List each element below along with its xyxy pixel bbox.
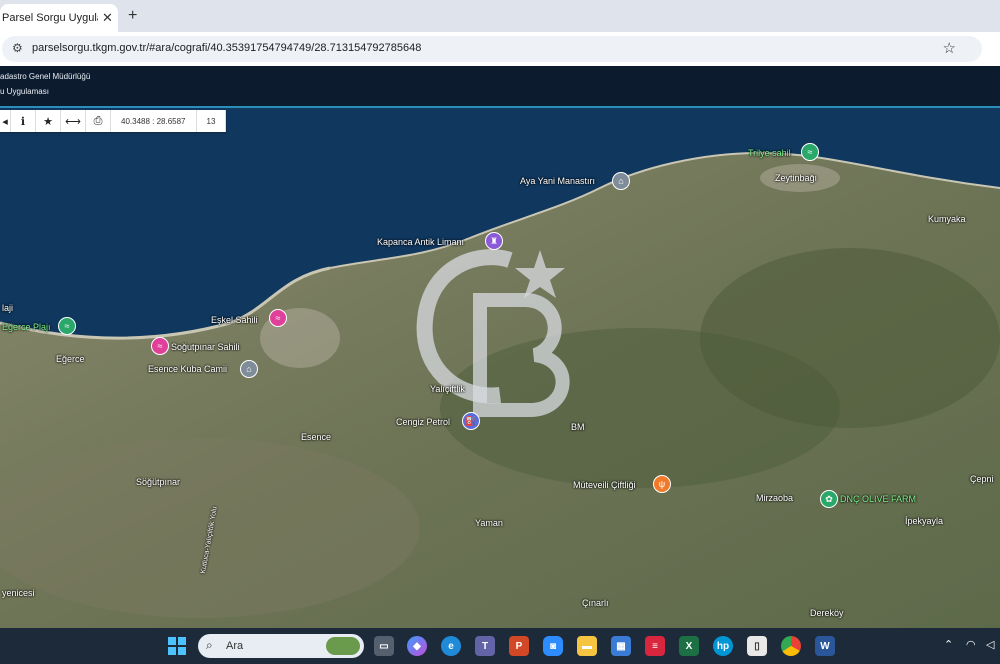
search-placeholder: Ara <box>226 640 244 652</box>
copilot-icon[interactable]: ◆ <box>407 636 427 656</box>
map-label[interactable]: Eğerce Plajı <box>2 322 51 332</box>
arrow-icon[interactable]: ◂ <box>0 110 11 132</box>
beach-icon[interactable]: ≈ <box>269 309 287 327</box>
beach-icon[interactable]: ≈ <box>151 337 169 355</box>
restaurant-icon[interactable]: ψ <box>653 475 671 493</box>
url-text[interactable]: parselsorgu.tkgm.gov.tr/#ara/cografi/40.… <box>32 42 421 54</box>
zoom-level: 13 <box>197 110 227 132</box>
address-bar: ⚙ parselsorgu.tkgm.gov.tr/#ara/cografi/4… <box>0 32 1000 66</box>
beach-icon[interactable]: ≈ <box>801 143 819 161</box>
map-label[interactable]: Trilye sahil <box>748 148 791 158</box>
farm-icon[interactable]: ✿ <box>820 490 838 508</box>
teams-icon[interactable]: T <box>475 636 495 656</box>
map-label[interactable]: Soğutpınar Sahili <box>171 342 240 352</box>
edge-icon[interactable]: e <box>441 636 461 656</box>
app-name: u Uygulaması <box>0 87 49 96</box>
org-name: adastro Genel Müdürlüğü <box>0 72 91 81</box>
file-explorer-icon[interactable]: ▬ <box>577 636 597 656</box>
search-highlight-image <box>326 637 360 655</box>
map-label[interactable]: İpekyayla <box>905 516 943 526</box>
map-label[interactable]: Zeytinbağı <box>775 173 817 183</box>
url-box[interactable]: ⚙ parselsorgu.tkgm.gov.tr/#ara/cografi/4… <box>2 36 982 62</box>
mosque-icon[interactable]: ⌂ <box>240 360 258 378</box>
hp-icon[interactable]: hp <box>713 636 733 656</box>
landmark-icon[interactable]: ♜ <box>485 232 503 250</box>
windows-start-icon[interactable] <box>168 637 186 655</box>
chrome-icon[interactable] <box>781 636 801 656</box>
map-label[interactable]: Çepni <box>970 474 994 484</box>
map-label[interactable]: Esence Kuba Camii <box>148 364 227 374</box>
map-label[interactable]: yenicesi <box>2 588 35 598</box>
map-label[interactable]: Kumyaka <box>928 214 966 224</box>
word-icon[interactable]: W <box>815 636 835 656</box>
powerpoint-icon[interactable]: P <box>509 636 529 656</box>
monastery-icon[interactable]: ⌂ <box>612 172 630 190</box>
map-label[interactable]: Yalıçiftlik <box>430 384 465 394</box>
map-label[interactable]: Eşkel Sahili <box>211 315 258 325</box>
map-label[interactable]: Çınarlı <box>582 598 609 608</box>
browser-tab[interactable]: Parsel Sorgu Uygulamas ✕ <box>0 4 118 32</box>
map-label[interactable]: Cengiz Petrol <box>396 417 450 427</box>
map-label[interactable]: Müteveili Çiftliği <box>573 480 636 490</box>
favorite-star-icon[interactable]: ★ <box>36 110 61 132</box>
browser-tabstrip: Parsel Sorgu Uygulamas ✕ + <box>0 0 1000 32</box>
map-label[interactable]: laji <box>2 303 13 313</box>
map-label[interactable]: Kapanca Antik Limanı <box>377 237 464 247</box>
chevron-up-icon[interactable]: ⌃ <box>944 638 953 651</box>
excel-icon[interactable]: X <box>679 636 699 656</box>
beach-icon[interactable]: ≈ <box>58 317 76 335</box>
map-label: BM <box>571 422 585 432</box>
info-icon[interactable]: ℹ <box>11 110 36 132</box>
taskbar: ⌕ Ara ▭ ◆ e T P ◙ ▬ ▦ ≡ X hp ▯ W ⌃ ◠ ◁ <box>0 628 1000 664</box>
task-view-icon[interactable]: ▭ <box>374 636 394 656</box>
map-label[interactable]: Esence <box>301 432 331 442</box>
coordinate-readout: 40.3488 : 28.6587 <box>111 110 197 132</box>
notepad-icon[interactable]: ▯ <box>747 636 767 656</box>
close-icon[interactable]: ✕ <box>102 10 113 26</box>
map-toolbar: ◂ ℹ ★ ⟷ ⎙ 40.3488 : 28.6587 13 <box>0 110 227 132</box>
taskbar-search[interactable]: ⌕ Ara <box>198 634 364 658</box>
map-label[interactable]: Aya Yani Manastırı <box>520 176 595 186</box>
map-label[interactable]: Eğerce <box>56 354 85 364</box>
zoom-icon[interactable]: ◙ <box>543 636 563 656</box>
site-info-icon[interactable]: ⚙ <box>12 41 23 55</box>
volume-icon[interactable]: ◁ <box>986 638 994 651</box>
map-label[interactable]: Söğütpınar <box>136 477 180 487</box>
store-icon[interactable]: ▦ <box>611 636 631 656</box>
tab-title: Parsel Sorgu Uygulamas <box>2 12 98 24</box>
print-icon[interactable]: ⎙ <box>86 110 111 132</box>
search-icon: ⌕ <box>206 638 213 652</box>
map-label[interactable]: Yaman <box>475 518 503 528</box>
measure-icon[interactable]: ⟷ <box>61 110 86 132</box>
satellite-map[interactable]: ◂ ℹ ★ ⟷ ⎙ 40.3488 : 28.6587 13 ≈ Trilye … <box>0 108 1000 628</box>
map-label[interactable]: Mirzaoba <box>756 493 793 503</box>
map-label[interactable]: Dereköy <box>810 608 844 618</box>
bookmark-star-icon[interactable]: ☆ <box>943 39 956 57</box>
app-red-icon[interactable]: ≡ <box>645 636 665 656</box>
map-label[interactable]: DNÇ OLIVE FARM <box>840 494 916 504</box>
app-header: adastro Genel Müdürlüğü u Uygulaması <box>0 66 1000 108</box>
wifi-icon[interactable]: ◠ <box>966 638 976 651</box>
new-tab-button[interactable]: + <box>128 7 137 25</box>
gas-station-icon[interactable]: ⛽ <box>462 412 480 430</box>
